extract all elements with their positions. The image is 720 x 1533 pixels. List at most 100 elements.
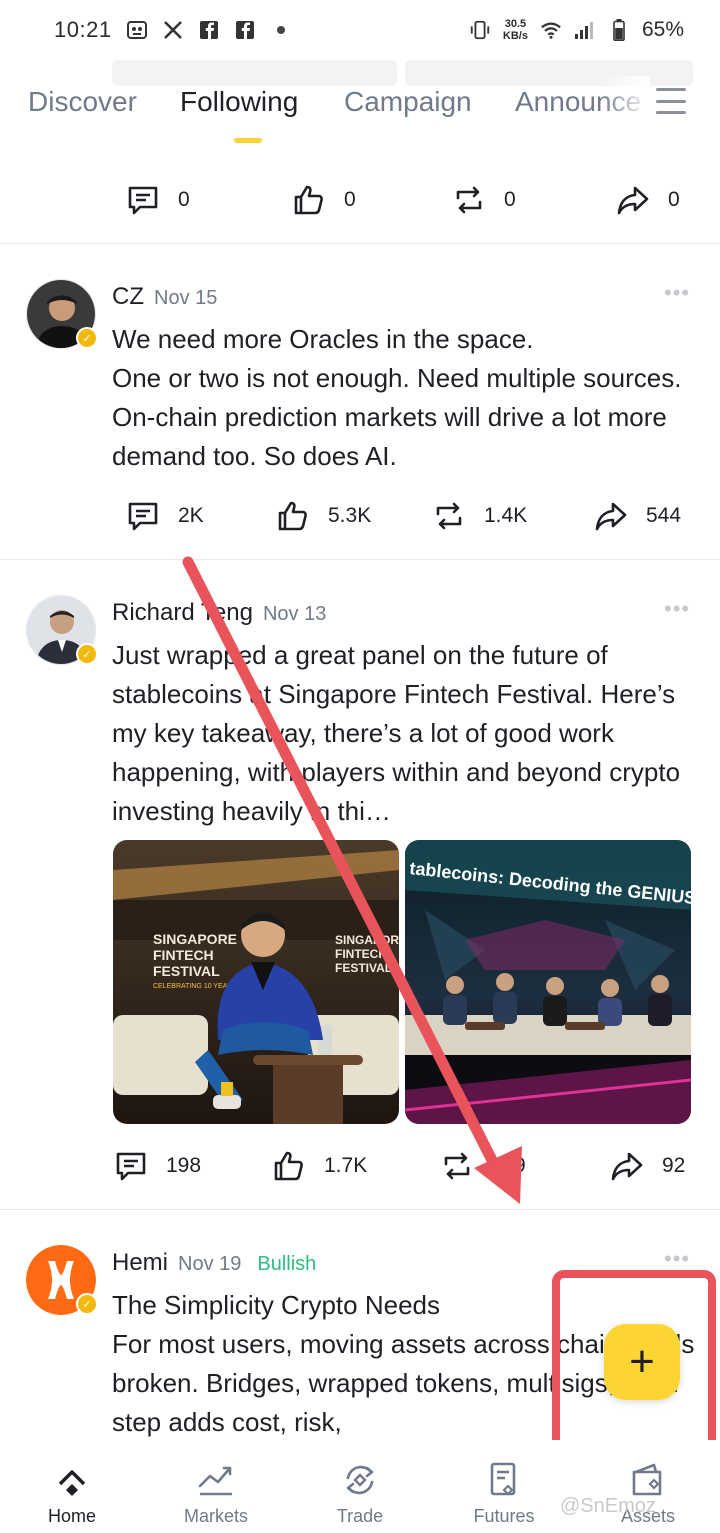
wallet-icon — [632, 1463, 662, 1496]
verified-badge-icon: ✓ — [76, 327, 98, 349]
sign-line-3: FESTIVAL — [153, 963, 220, 979]
sign-line-2b: FINTECH — [335, 947, 387, 961]
status-bar: 10:21 30.5 KB/s 65% — [0, 0, 720, 60]
share-button[interactable]: 92 — [610, 1142, 685, 1190]
like-button[interactable]: 5.3K — [276, 492, 371, 540]
nav-home[interactable]: Home — [0, 1460, 144, 1527]
comment-count: 198 — [166, 1154, 202, 1177]
sign-line-1: SINGAPORE — [153, 931, 237, 947]
avatar-cz[interactable]: ✓ — [26, 279, 98, 349]
prev-post-actions: 0 0 0 0 — [0, 176, 720, 224]
more-options-icon[interactable]: ••• — [664, 1246, 690, 1272]
nav-futures-label: Futures — [473, 1506, 535, 1526]
share-icon — [611, 1152, 643, 1181]
post-divider — [0, 1209, 720, 1210]
futures-icon — [490, 1462, 516, 1496]
repost-button[interactable]: 0 — [452, 176, 516, 224]
author-name[interactable]: Hemi — [112, 1249, 168, 1277]
share-icon — [595, 502, 627, 531]
post-header: CZ Nov 15 — [112, 283, 217, 311]
post-actions: 2K 5.3K 1.4K 544 — [0, 492, 720, 540]
like-button[interactable]: 1.7K — [272, 1142, 367, 1190]
more-options-icon[interactable]: ••• — [664, 280, 690, 306]
network-speed: 30.5 KB/s — [502, 18, 528, 42]
facebook-notification-icon — [198, 19, 220, 41]
underlying-card-shadow — [112, 60, 397, 86]
x-notification-icon — [162, 19, 184, 41]
tabs-menu-icon[interactable] — [656, 88, 686, 114]
nav-trade-label: Trade — [336, 1506, 384, 1526]
status-time: 10:21 — [54, 17, 112, 42]
nav-home-label: Home — [47, 1506, 96, 1526]
nav-markets[interactable]: Markets — [144, 1460, 288, 1527]
comment-button[interactable]: 2K — [126, 492, 204, 540]
like-count: 1.7K — [324, 1154, 368, 1177]
post-text[interactable]: We need more Oracles in the space. One o… — [112, 320, 702, 476]
post-header: Richard Teng Nov 13 — [112, 599, 326, 627]
post-actions: 198 1.7K 9 92 — [0, 1142, 720, 1190]
verified-badge-icon: ✓ — [76, 1293, 98, 1315]
share-button[interactable]: 544 — [594, 492, 681, 540]
facebook-notification-icon-2 — [234, 19, 256, 41]
create-post-button[interactable]: + — [604, 1324, 680, 1400]
vibrate-icon — [469, 19, 491, 41]
share-count: 92 — [662, 1154, 686, 1177]
home-icon — [58, 1470, 86, 1496]
post-image-1[interactable]: SINGAPORE FINTECH FESTIVAL CELEBRATING 1… — [113, 840, 399, 1124]
comment-icon — [116, 1152, 146, 1181]
share-count: 0 — [668, 188, 680, 211]
tab-following[interactable]: Following — [180, 86, 298, 118]
repost-count: 0 — [504, 188, 516, 211]
post-date: Nov 15 — [154, 287, 218, 309]
post-divider — [0, 243, 720, 244]
post-date: Nov 19 — [178, 1253, 242, 1275]
tab-campaign[interactable]: Campaign — [344, 86, 472, 118]
comment-button[interactable]: 198 — [114, 1142, 201, 1190]
tab-fade — [600, 76, 650, 126]
feed-tab-bar: Discover Following Campaign Announcement… — [0, 60, 720, 160]
like-count: 5.3K — [328, 504, 372, 527]
repost-icon — [444, 1152, 470, 1180]
sign-line-1b: SINGAPORE — [335, 933, 399, 947]
repost-icon — [436, 502, 462, 530]
repost-button[interactable]: 1.4K — [432, 492, 527, 540]
tab-discover[interactable]: Discover — [28, 86, 137, 118]
share-button[interactable]: 0 — [616, 176, 680, 224]
repost-count: 9 — [514, 1154, 526, 1177]
thumbs-up-icon — [294, 185, 323, 215]
repost-count: 1.4K — [484, 504, 528, 527]
markets-icon — [198, 1466, 232, 1496]
share-count: 544 — [646, 504, 682, 527]
repost-icon — [456, 186, 482, 214]
share-icon — [617, 186, 649, 215]
comment-icon — [128, 502, 158, 531]
verified-badge-icon: ✓ — [76, 643, 98, 665]
more-options-icon[interactable]: ••• — [664, 596, 690, 622]
post-divider — [0, 559, 720, 560]
active-tab-indicator — [234, 138, 262, 143]
watermark-text: @SnEmoz — [560, 1495, 656, 1517]
wifi-icon — [540, 19, 562, 41]
author-name[interactable]: Richard Teng — [112, 599, 253, 627]
bottom-navigation: Home Markets Trade Futures Assets — [0, 1440, 720, 1533]
author-name[interactable]: CZ — [112, 283, 144, 311]
nav-trade[interactable]: Trade — [288, 1460, 432, 1527]
comment-count: 0 — [178, 188, 190, 211]
more-notifications-dot-icon — [270, 19, 292, 41]
sign-line-4: CELEBRATING 10 YEARS — [153, 983, 237, 990]
sign-line-2: FINTECH — [153, 947, 214, 963]
post-header: Hemi Nov 19 Bullish — [112, 1249, 316, 1277]
avatar-hemi[interactable]: ✓ — [26, 1245, 98, 1315]
comment-count: 2K — [178, 504, 204, 527]
nav-futures[interactable]: Futures — [432, 1460, 576, 1527]
comment-button[interactable]: 0 — [126, 176, 190, 224]
repost-button[interactable]: 9 — [440, 1142, 526, 1190]
trade-icon — [346, 1465, 374, 1495]
avatar-richard-teng[interactable]: ✓ — [26, 595, 98, 665]
post-image-2[interactable]: tablecoins: Decoding the GENIUS Act — [405, 840, 691, 1124]
like-button[interactable]: 0 — [292, 176, 356, 224]
app-notification-icon — [126, 19, 148, 41]
post-date: Nov 13 — [262, 603, 327, 625]
post-text[interactable]: Just wrapped a great panel on the future… — [112, 636, 702, 831]
signal-icon — [574, 19, 596, 41]
